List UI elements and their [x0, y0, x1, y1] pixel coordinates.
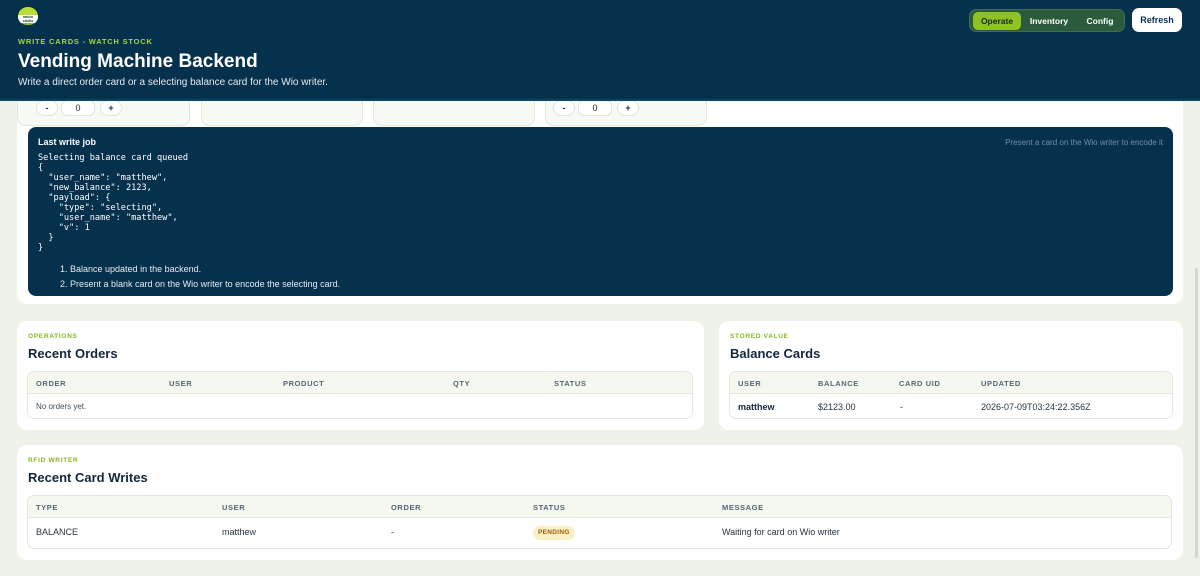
card-title: Balance Cards	[730, 346, 821, 361]
tab-operate[interactable]: Operate	[973, 12, 1021, 30]
status-badge: PENDING	[533, 526, 575, 540]
cell-user: matthew	[738, 402, 775, 412]
cell-type: BALANCE	[36, 527, 79, 537]
page-subtitle: Write a direct order card or a selecting…	[18, 77, 328, 88]
orders-table: ORDER USER PRODUCT QTY STATUS No orders …	[27, 371, 693, 419]
job-step: 1. Balance updated in the backend.	[60, 264, 202, 274]
column-header: MESSAGE	[722, 503, 764, 512]
column-header: UPDATED	[981, 379, 1021, 388]
column-header: STATUS	[554, 379, 587, 388]
cell-user: matthew	[222, 527, 257, 537]
table-header: TYPE USER ORDER STATUS MESSAGE	[28, 496, 1171, 518]
job-steps: 1. Balance updated in the backend. 2. Pr…	[60, 262, 340, 291]
job-title: Last write job	[38, 137, 97, 147]
quantity-input[interactable]: 0	[61, 100, 95, 116]
card-title: Recent Orders	[28, 346, 118, 361]
empty-state: No orders yet.	[36, 402, 87, 411]
page-scrollbar[interactable]	[1195, 268, 1198, 558]
decrement-button[interactable]: -	[553, 100, 575, 116]
column-header: ORDER	[36, 379, 67, 388]
balance-table: USER BALANCE CARD UID UPDATED matthew $2…	[729, 371, 1173, 419]
column-header: BALANCE	[818, 379, 859, 388]
card-writes-table: TYPE USER ORDER STATUS MESSAGE BALANCE m…	[27, 495, 1172, 549]
table-header: ORDER USER PRODUCT QTY STATUS	[28, 372, 692, 394]
table-header: USER BALANCE CARD UID UPDATED	[730, 372, 1172, 394]
job-payload-code: Selecting balance card queued { "user_na…	[38, 153, 189, 253]
refresh-button[interactable]: Refresh	[1132, 8, 1182, 32]
brand-logo-icon: amiso studio	[18, 7, 38, 25]
card-eyebrow: STORED VALUE	[730, 333, 789, 340]
card-title: Recent Card Writes	[28, 470, 148, 485]
column-header: TYPE	[36, 503, 58, 512]
column-header: ORDER	[391, 503, 422, 512]
cell-balance: $2123.00	[818, 402, 856, 412]
column-header: PRODUCT	[283, 379, 325, 388]
card-eyebrow: RFID WRITER	[28, 457, 79, 464]
column-header: QTY	[453, 379, 471, 388]
column-header: USER	[169, 379, 193, 388]
decrement-button[interactable]: -	[36, 100, 58, 116]
column-header: USER	[738, 379, 762, 388]
job-hint: Present a card on the Wio writer to enco…	[1005, 138, 1163, 147]
tab-inventory[interactable]: Inventory	[1025, 12, 1073, 30]
increment-button[interactable]: +	[100, 100, 122, 116]
view-tabs: Operate Inventory Config	[969, 9, 1125, 32]
app-header: amiso studio WRITE CARDS - WATCH STOCK V…	[0, 0, 1200, 101]
column-header: STATUS	[533, 503, 566, 512]
recent-orders-card: OPERATIONS Recent Orders ORDER USER PROD…	[17, 321, 704, 430]
cell-message: Waiting for card on Wio writer	[722, 527, 840, 537]
card-eyebrow: OPERATIONS	[28, 333, 78, 340]
cell-card-uid: -	[900, 402, 903, 412]
column-header: CARD UID	[899, 379, 941, 388]
column-header: USER	[222, 503, 246, 512]
logo-text: amiso studio	[18, 15, 38, 23]
recent-card-writes-card: RFID WRITER Recent Card Writes TYPE USER…	[17, 445, 1183, 560]
page-title: Vending Machine Backend	[18, 51, 258, 72]
header-eyebrow: WRITE CARDS - WATCH STOCK	[18, 37, 153, 46]
cell-updated: 2026-07-09T03:24:22.356Z	[981, 402, 1091, 412]
increment-button[interactable]: +	[617, 100, 639, 116]
balance-cards-card: STORED VALUE Balance Cards USER BALANCE …	[719, 321, 1183, 430]
cell-order: -	[391, 527, 394, 537]
tab-config[interactable]: Config	[1077, 12, 1123, 30]
job-step: 2. Present a blank card on the Wio write…	[60, 278, 341, 289]
quantity-input[interactable]: 0	[578, 100, 612, 116]
last-write-job-panel: Last write job Present a card on the Wio…	[28, 127, 1173, 296]
